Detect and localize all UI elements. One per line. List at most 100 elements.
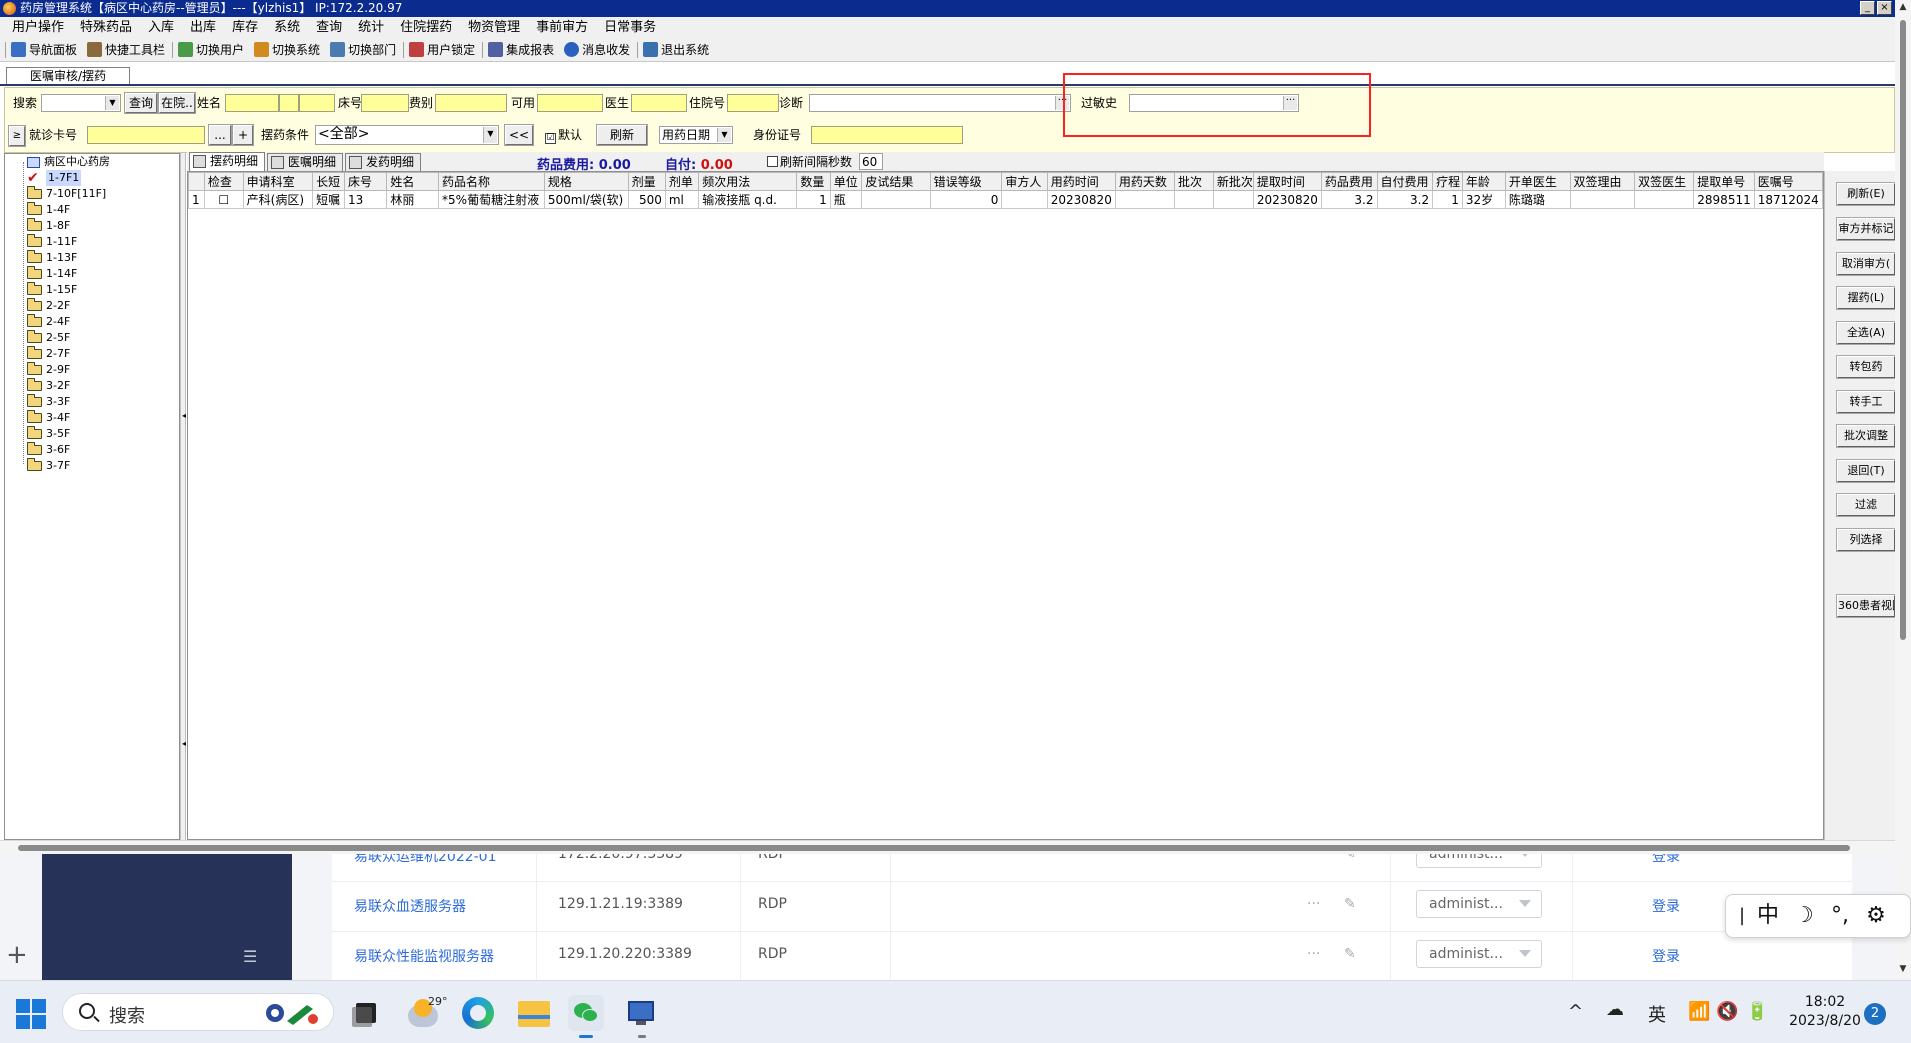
volume-muted-icon[interactable]: 🔇 [1716,1001,1738,1022]
toolbar-navigation-button[interactable]: 导航面板 [7,39,83,61]
toolbar-switch-dept-button[interactable]: 切换部门 [326,39,402,61]
tab-issue-detail[interactable]: 发药明细 [345,153,421,171]
menu-prior-review[interactable]: 事前审方 [528,18,596,38]
idcard-input[interactable] [811,126,963,144]
to-pack-button[interactable]: 转包药 [1836,355,1895,379]
default-checkbox[interactable]: ☑ 默认 [545,126,582,144]
account-select[interactable]: administ... [1416,940,1542,968]
col-header[interactable]: 自付费用 [1376,172,1434,191]
col-header[interactable]: 用药时间 [1046,172,1116,191]
table-row[interactable]: 易联众血透服务器 129.1.21.19:3389 RDP ··· ✎ admi… [332,882,1852,932]
name-input[interactable] [225,94,279,112]
tree-item[interactable]: 3-4F [27,410,70,426]
col-header[interactable]: 皮试结果 [861,172,931,191]
col-header[interactable]: 批次 [1174,172,1214,191]
edit-icon[interactable]: ✎ [1344,854,1356,862]
toolbar-quicktools-button[interactable]: 快捷工具栏 [83,39,171,61]
more-icon[interactable]: ··· [1307,896,1320,912]
tree-root[interactable]: 病区中心药房 [27,154,110,170]
col-header[interactable]: 剂单 [664,172,700,191]
input-language-indicator[interactable]: 英 [1648,1001,1666,1027]
moon-icon[interactable]: ☽ [1786,896,1822,936]
date-select[interactable]: 用药日期 ▼ [659,126,733,144]
tree-item[interactable]: 2-5F [27,330,70,346]
battery-icon[interactable]: 🔋 [1746,1001,1768,1022]
col-header[interactable]: 提取时间 [1252,172,1322,191]
refresh-button[interactable]: 刷新 [596,124,648,146]
col-header[interactable]: 双签理由 [1569,172,1636,191]
col-header[interactable]: 疗程 [1432,172,1463,191]
menu-special-drugs[interactable]: 特殊药品 [72,18,140,38]
tab-order-detail[interactable]: 医嘱明细 [267,153,343,171]
pane-splitter[interactable]: ◂ ◂ [180,153,186,840]
tray-overflow-icon[interactable]: ^ [1568,1001,1583,1022]
tree-item[interactable]: 1-15F [27,282,77,298]
scroll-up-icon[interactable]: ▲ [1897,2,1909,12]
col-header[interactable]: 双签医生 [1634,172,1695,191]
col-header[interactable]: 审方人 [1001,172,1048,191]
tree-item[interactable]: 3-3F [27,394,70,410]
hospno-input[interactable] [727,94,779,112]
cloud-sync-icon[interactable]: ☁ [1606,999,1624,1020]
toolbar-user-lock-button[interactable]: 用户锁定 [405,39,481,61]
return-button[interactable]: 退回(T) [1836,459,1895,483]
tree-item[interactable]: 3-6F [27,442,70,458]
filter-button[interactable]: 过滤 [1836,493,1895,517]
toolbar-report-button[interactable]: 集成报表 [484,39,560,61]
login-link[interactable]: 登录 [1652,854,1680,866]
tree-item[interactable]: 2-7F [27,346,70,362]
col-header[interactable]: 频次用法 [698,172,798,191]
doctor-input[interactable] [631,94,687,112]
ime-drag-handle[interactable]: | [1734,896,1750,936]
notification-badge[interactable]: 2 [1864,1003,1886,1025]
menu-query[interactable]: 查询 [308,18,350,38]
add-icon[interactable]: + [6,942,28,968]
card-small-button[interactable]: ≥ [8,125,26,147]
feetype-input[interactable] [435,94,507,112]
wifi-icon[interactable]: 📶 [1688,1001,1710,1022]
gear-icon[interactable]: ⚙ [1858,896,1894,936]
close-button[interactable]: × [1877,1,1892,15]
tree-item-selected[interactable]: ✔ 1-7F1 [27,170,82,186]
col-header[interactable]: 新批次 [1212,172,1254,191]
diagnosis-input[interactable]: ··· [809,94,1071,112]
refresh-interval-checkbox[interactable]: 刷新间隔秒数 [767,153,852,171]
ime-punctuation-button[interactable]: °, [1822,896,1858,936]
menu-stock-out[interactable]: 出库 [182,18,224,38]
patient-360-view-button[interactable]: 360患者视图 [1836,594,1895,618]
toolbar-message-button[interactable]: 消息收发 [560,39,636,61]
minimize-button[interactable]: _ [1860,1,1875,15]
server-name-link[interactable]: 易联众性能监视服务器 [354,946,494,966]
ime-chinese-mode-button[interactable]: 中 [1750,896,1786,936]
card-input[interactable] [87,126,205,144]
card-more-button[interactable]: ... [208,124,232,146]
menu-system[interactable]: 系统 [266,18,308,38]
tree-item[interactable]: 3-2F [27,378,70,394]
collapse-left-icon[interactable]: ◂ [182,411,186,421]
dispense-button[interactable]: 摆药(L) [1836,286,1895,310]
col-header[interactable]: 单位 [829,172,863,191]
name-input-2[interactable] [279,94,299,112]
login-link[interactable]: 登录 [1652,946,1680,966]
query-button[interactable]: 查询 [124,92,158,114]
column-select-button[interactable]: 列选择 [1836,528,1895,552]
edge-browser-icon[interactable] [460,995,496,1031]
col-header[interactable]: 床号 [343,172,388,191]
tree-item[interactable]: 3-7F [27,458,70,474]
menu-user-ops[interactable]: 用户操作 [4,18,72,38]
tree-item[interactable]: 1-11F [27,234,77,250]
col-header[interactable]: 用药天数 [1114,172,1176,191]
table-row[interactable]: 1 ☐ 产科(病区) 短嘱 13 林丽 *5%葡萄糖注射液 500ml/袋(软)… [188,190,1823,209]
col-header[interactable]: 药品名称 [438,172,545,191]
menu-icon[interactable]: ☰ [243,949,261,965]
col-header[interactable]: 数量 [796,172,831,191]
windows-start-icon[interactable] [16,999,46,1029]
col-header[interactable]: 错误等级 [929,172,1003,191]
server-name-link[interactable]: 易联众血透服务器 [354,896,466,916]
scroll-down-icon[interactable]: ▼ [1897,964,1909,974]
col-header[interactable]: 检查 [203,172,244,191]
page-tab-order-review[interactable]: 医嘱审核/摆药 [6,67,130,85]
col-header[interactable]: 药品费用 [1320,172,1378,191]
menu-material[interactable]: 物资管理 [460,18,528,38]
refresh-e-button[interactable]: 刷新(E) [1836,182,1895,206]
